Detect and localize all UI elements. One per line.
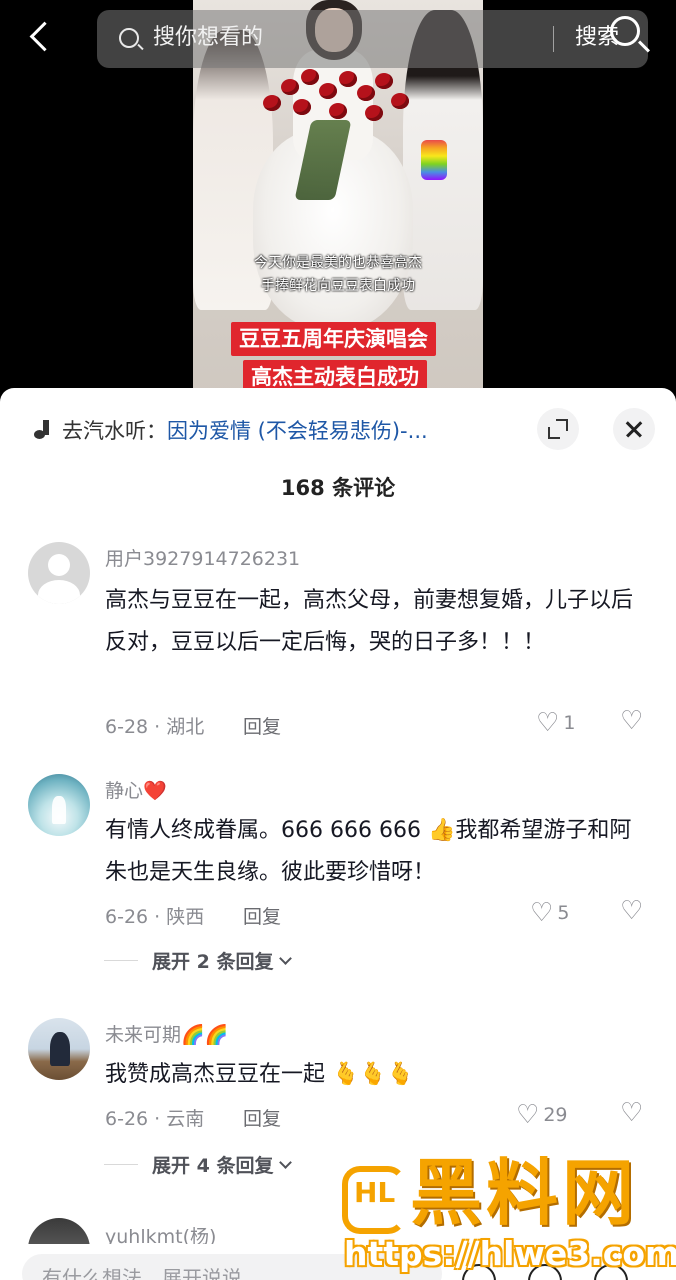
like-button[interactable]: ♡ 5	[530, 898, 569, 928]
comment-text: 我赞成高杰豆豆在一起 🫰🫰🫰	[105, 1062, 415, 1087]
comment-username[interactable]: 未来可期🌈🌈	[105, 1020, 228, 1047]
like-button[interactable]: ♡ 1	[536, 708, 575, 738]
rose-bouquet	[253, 65, 413, 135]
reply-button[interactable]: 回复	[243, 1104, 281, 1131]
search-divider	[553, 26, 554, 52]
video-caption-line1: 今天你是最美的也恭喜高杰	[254, 255, 422, 271]
comment-text: 有情人终成眷属。666 666 666 👍我都希望游子和阿朱也是天生良缘。彼此要…	[105, 818, 632, 885]
video-caption-line2: 手捧鲜花向豆豆表白成功	[261, 278, 415, 294]
comment-count: 168 条评论	[280, 476, 396, 500]
comment-input-placeholder: 有什么想法，展开说说	[42, 1266, 242, 1280]
expand-icon-corner	[548, 427, 560, 439]
expand-replies-label: 展开 4 条回复	[152, 1154, 274, 1177]
expand-replies-button[interactable]: 展开 4 条回复	[104, 1150, 293, 1178]
search-input[interactable]: 搜你想看的 搜索	[97, 10, 648, 68]
back-button[interactable]	[22, 18, 62, 58]
watermark-url: https://hlwe3.com	[344, 1234, 676, 1273]
heart-icon: ♡	[536, 708, 560, 738]
comment-meta: 6-28 · 湖北	[105, 716, 205, 738]
comment-username[interactable]: 静心❤️	[105, 776, 167, 803]
expand-divider	[104, 959, 138, 961]
reply-button[interactable]: 回复	[243, 902, 281, 929]
avatar[interactable]	[28, 542, 90, 604]
music-title[interactable]: 因为爱情 (不会轻易悲伤)-...	[167, 415, 428, 445]
watermark-title: 黑料网	[410, 1151, 639, 1235]
expand-replies-button[interactable]: 展开 2 条回复	[104, 946, 293, 974]
video-title-line1: 豆豆五周年庆演唱会	[231, 322, 436, 356]
avatar[interactable]	[28, 774, 90, 836]
expand-divider	[104, 1163, 138, 1165]
music-note-icon	[30, 418, 54, 442]
expand-button[interactable]	[537, 408, 579, 450]
comment-meta: 6-26 · 云南	[105, 1108, 205, 1130]
chevron-down-icon	[279, 1155, 293, 1169]
search-placeholder: 搜你想看的	[153, 25, 264, 50]
search-icon[interactable]	[610, 16, 640, 46]
broken-heart-icon[interactable]: ♡	[620, 708, 643, 734]
reply-button[interactable]: 回复	[243, 712, 281, 739]
like-count: 1	[563, 712, 576, 734]
heart-icon: ♡	[530, 898, 554, 928]
broken-heart-icon[interactable]: ♡	[620, 1100, 643, 1126]
watermark-logo	[342, 1158, 406, 1238]
chevron-down-icon	[279, 951, 293, 965]
close-button[interactable]	[613, 408, 655, 450]
comment-text: 高杰与豆豆在一起，高杰父母，前妻想复婚，儿子以后反对，豆豆以后一定后悔，哭的日子…	[105, 588, 634, 655]
expand-replies-label: 展开 2 条回复	[152, 950, 274, 973]
comment-username[interactable]: 用户3927914726231	[105, 544, 300, 571]
music-link[interactable]: 去汽水听： 因为爱情 (不会轻易悲伤)-...	[30, 412, 530, 448]
like-count: 5	[557, 902, 570, 924]
avatar[interactable]	[28, 1018, 90, 1080]
comment-sheet: 去汽水听： 因为爱情 (不会轻易悲伤)-... 168 条评论 用户392791…	[0, 388, 676, 1280]
music-prefix: 去汽水听：	[62, 419, 167, 443]
comment-item: 静心❤️ 有情人终成眷属。666 666 666 👍我都希望游子和阿朱也是天生良…	[0, 772, 676, 982]
heart-icon: ♡	[516, 1100, 540, 1130]
search-icon	[119, 28, 139, 48]
comment-meta: 6-26 · 陕西	[105, 906, 205, 928]
like-count: 29	[543, 1104, 568, 1126]
like-button[interactable]: ♡ 29	[516, 1100, 568, 1130]
comment-item: 用户3927914726231 高杰与豆豆在一起，高杰父母，前妻想复婚，儿子以后…	[0, 540, 676, 740]
broken-heart-icon[interactable]: ♡	[620, 898, 643, 924]
watermark: 黑料网 https://hlwe3.com	[336, 1150, 676, 1280]
rainbow-badge	[421, 140, 447, 180]
